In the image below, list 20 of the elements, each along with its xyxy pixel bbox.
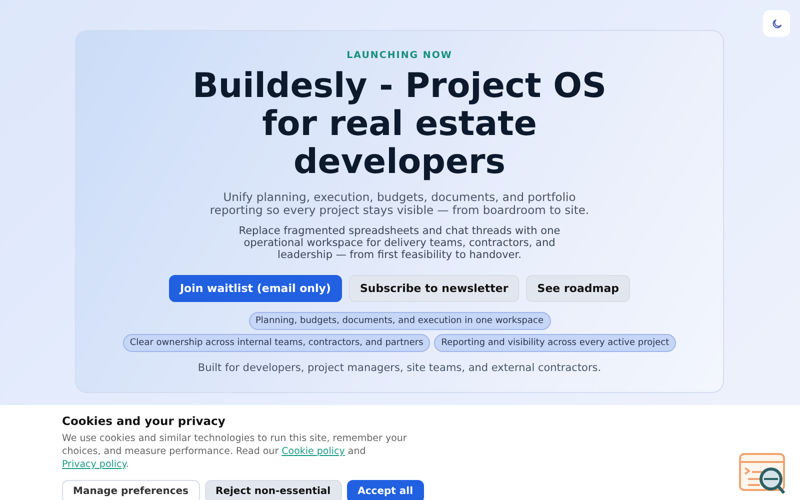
- hero-lead: Unify planning, execution, budgets, documents, and portfolio reporting so every project stays visible — from boardroom to site.: [208, 191, 590, 217]
- audience-text: Built for developers, project managers, site teams, and external contractors.: [198, 362, 602, 374]
- cta-button[interactable]: Join waitlist (email only): [168, 275, 342, 302]
- cookie-title: Cookies and your privacy: [62, 414, 226, 428]
- cookie-description: We use cookies and similar technologies to run this site, remember your choices, and measure performance. Read our Cookie policy and Privacy policy.: [62, 432, 408, 471]
- theme-toggle-button[interactable]: [763, 10, 790, 37]
- cookie-button[interactable]: Reject non-essential: [204, 480, 342, 500]
- eyebrow-label: LAUNCHING NOW: [346, 50, 452, 61]
- feature-tag: Reporting and visibility across every active project: [434, 334, 676, 352]
- moon-icon: [770, 18, 782, 30]
- cookie-button[interactable]: Manage preferences: [62, 480, 200, 500]
- cookie-policy-link[interactable]: Cookie policy: [282, 446, 345, 457]
- privacy-policy-link[interactable]: Privacy policy: [62, 459, 126, 470]
- cookie-button[interactable]: Accept all: [346, 480, 424, 500]
- hero-description: Replace fragmented spreadsheets and chat threads with one operational workspace for delivery teams, contractors, and leadership — from first feasibility to handover.: [238, 225, 562, 261]
- hero-title: Buildesly - Project OS for real estate developers: [191, 67, 608, 181]
- feature-tag: Planning, budgets, documents, and execution in one workspace: [248, 312, 550, 330]
- cta-button[interactable]: Subscribe to newsletter: [348, 275, 520, 302]
- cta-button[interactable]: See roadmap: [526, 275, 630, 302]
- feature-tag: Clear ownership across internal teams, contractors, and partners: [122, 334, 430, 352]
